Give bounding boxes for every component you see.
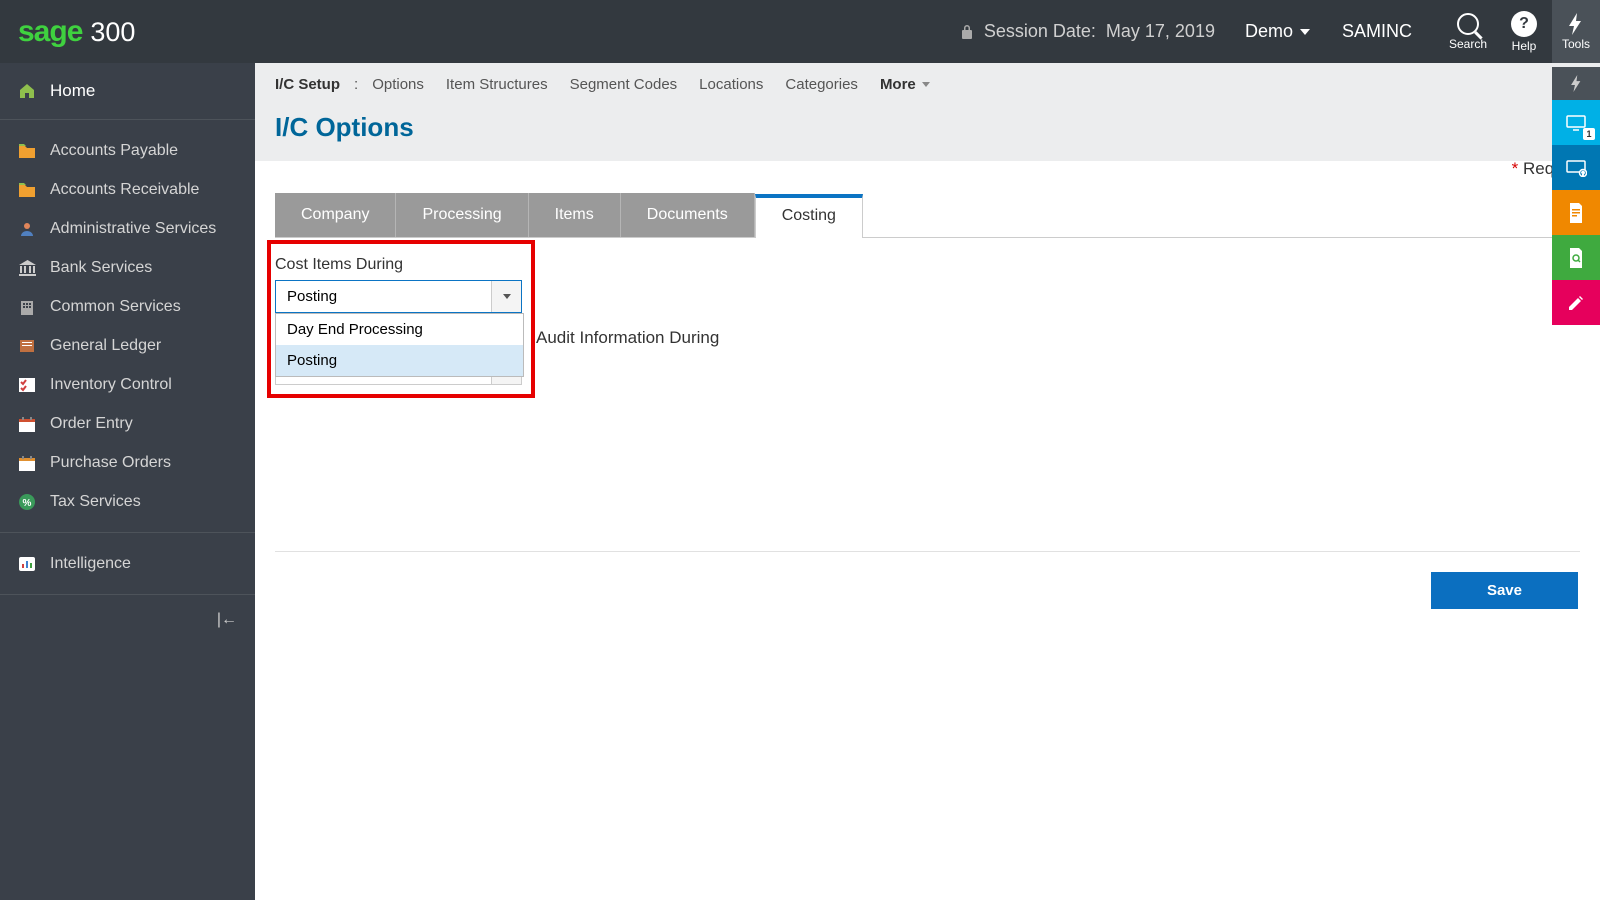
demo-dropdown[interactable]: Demo <box>1245 21 1310 42</box>
breadcrumb-categories[interactable]: Categories <box>785 76 858 93</box>
session-label: Session Date: <box>984 21 1096 42</box>
sidebar-item-accounts-payable[interactable]: Accounts Payable <box>0 132 255 171</box>
save-button[interactable]: Save <box>1431 572 1578 609</box>
tool-tab-bolt[interactable] <box>1552 67 1600 100</box>
sidebar-item-tax-services[interactable]: % Tax Services <box>0 483 255 522</box>
divider <box>275 551 1580 552</box>
caret-down-icon <box>922 82 930 87</box>
calendar-icon <box>18 454 36 472</box>
sidebar-item-bank-services[interactable]: Bank Services <box>0 249 255 288</box>
lock-icon <box>960 24 974 40</box>
document-search-icon <box>1568 248 1584 268</box>
cost-items-value: Posting <box>276 288 491 305</box>
badge: 1 <box>1583 128 1595 140</box>
tab-costing[interactable]: Costing <box>755 194 863 238</box>
help-icon: ? <box>1511 11 1537 37</box>
bank-icon <box>18 259 36 277</box>
sidebar-item-common-services[interactable]: Common Services <box>0 288 255 327</box>
sidebar: Home Accounts Payable Accounts Receivabl… <box>0 63 255 900</box>
caret-down-icon <box>503 294 511 299</box>
bolt-icon <box>1571 75 1582 92</box>
tab-items[interactable]: Items <box>529 193 621 237</box>
tab-processing[interactable]: Processing <box>396 193 528 237</box>
collapse-sidebar-button[interactable]: |← <box>217 611 237 629</box>
tool-tab-monitor-help[interactable]: ? <box>1552 145 1600 190</box>
search-button[interactable]: Search <box>1440 0 1496 63</box>
content-area: * Required Company Processing Items Docu… <box>255 161 1600 590</box>
tool-tab-monitor[interactable]: 1 <box>1552 100 1600 145</box>
breadcrumb-root[interactable]: I/C Setup <box>275 76 340 93</box>
dropdown-toggle-button[interactable] <box>491 281 521 312</box>
sidebar-item-intelligence[interactable]: Intelligence <box>0 545 255 584</box>
svg-text:?: ? <box>1582 171 1585 177</box>
logo-product: 300 <box>90 17 135 48</box>
logo-brand: sage <box>18 15 82 49</box>
cost-items-options-list: Day End Processing Posting <box>275 313 524 377</box>
sidebar-item-inventory-control[interactable]: Inventory Control <box>0 366 255 405</box>
logo: sage 300 <box>18 15 135 49</box>
document-icon <box>1568 203 1584 223</box>
percent-icon: % <box>18 493 36 511</box>
chart-icon <box>18 555 36 573</box>
calendar-icon <box>18 415 36 433</box>
tab-company[interactable]: Company <box>275 193 396 237</box>
tool-tab-document-search[interactable] <box>1552 235 1600 280</box>
bolt-icon <box>1569 13 1583 35</box>
sidebar-item-general-ledger[interactable]: General Ledger <box>0 327 255 366</box>
breadcrumb-segment-codes[interactable]: Segment Codes <box>570 76 678 93</box>
folder-icon <box>18 142 36 160</box>
tab-documents[interactable]: Documents <box>621 193 755 237</box>
tool-tab-edit[interactable] <box>1552 280 1600 325</box>
breadcrumb: I/C Setup : Options Item Structures Segm… <box>255 63 1600 106</box>
form-area: Cost Items During Posting Day End Proces… <box>275 238 1580 341</box>
person-icon <box>18 220 36 238</box>
sidebar-item-accounts-receivable[interactable]: Accounts Receivable <box>0 171 255 210</box>
svg-text:%: % <box>23 498 32 509</box>
page-title: I/C Options <box>275 112 1580 143</box>
breadcrumb-item-structures[interactable]: Item Structures <box>446 76 548 93</box>
session-date: Session Date: May 17, 2019 <box>960 21 1215 42</box>
sidebar-home[interactable]: Home <box>0 63 255 120</box>
cost-items-dropdown[interactable]: Posting Day End Processing Posting <box>275 280 522 313</box>
cost-items-label: Cost Items During <box>275 256 1580 274</box>
app-header: sage 300 Session Date: May 17, 2019 Demo… <box>0 0 1600 63</box>
monitor-help-icon: ? <box>1565 159 1587 177</box>
folder-icon <box>18 181 36 199</box>
caret-down-icon <box>1300 29 1310 35</box>
tab-bar: Company Processing Items Documents Costi… <box>275 193 1580 238</box>
option-posting[interactable]: Posting <box>276 345 523 376</box>
sidebar-item-administrative-services[interactable]: Administrative Services <box>0 210 255 249</box>
home-icon <box>18 82 36 100</box>
pencil-icon <box>1567 294 1585 312</box>
building-icon <box>18 298 36 316</box>
checklist-icon <box>18 376 36 394</box>
search-icon <box>1457 13 1479 35</box>
right-tool-tabs: 1 ? <box>1552 67 1600 325</box>
audit-info-label: Audit Information During <box>536 328 719 348</box>
company-code: SAMINC <box>1342 21 1412 42</box>
page-title-bar: I/C Options <box>255 106 1600 161</box>
main-content: I/C Setup : Options Item Structures Segm… <box>255 63 1600 900</box>
sidebar-item-order-entry[interactable]: Order Entry <box>0 405 255 444</box>
help-button[interactable]: ? Help <box>1496 0 1552 63</box>
sidebar-item-purchase-orders[interactable]: Purchase Orders <box>0 444 255 483</box>
tools-button[interactable]: Tools <box>1552 0 1600 63</box>
tool-tab-document[interactable] <box>1552 190 1600 235</box>
breadcrumb-options[interactable]: Options <box>372 76 424 93</box>
breadcrumb-more[interactable]: More <box>880 76 930 93</box>
option-day-end-processing[interactable]: Day End Processing <box>276 314 523 345</box>
book-icon <box>18 337 36 355</box>
breadcrumb-locations[interactable]: Locations <box>699 76 763 93</box>
session-date-value: May 17, 2019 <box>1106 21 1215 42</box>
